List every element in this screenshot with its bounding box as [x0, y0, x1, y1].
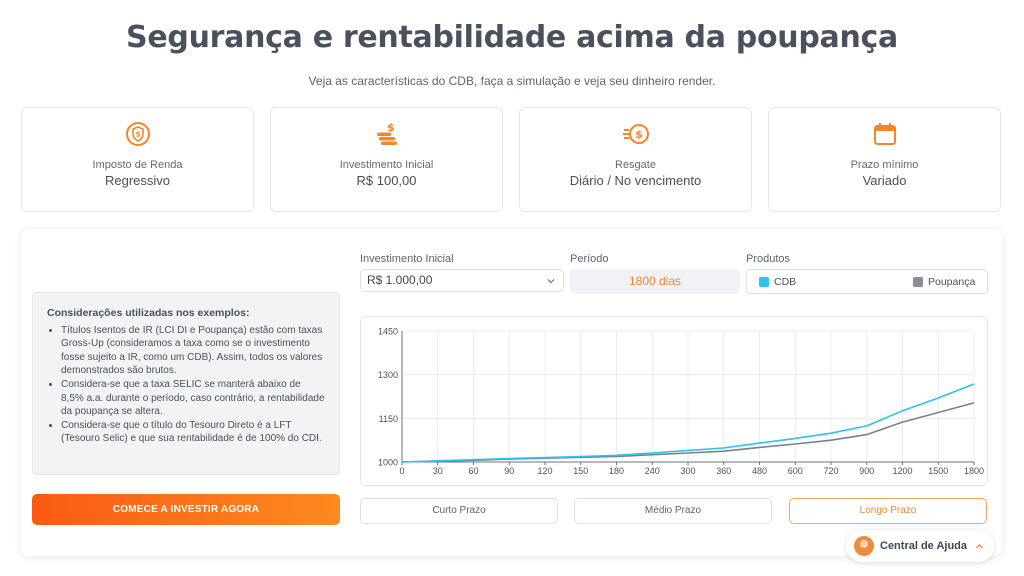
x-tick-label: 900: [859, 466, 874, 476]
period-field[interactable]: 1800 dias: [570, 269, 740, 294]
y-tick-label: 1300: [378, 370, 398, 380]
chart-svg: 1000 1150 1300 1450 0 30 60 90 120 150 180 240 300 36…: [378, 327, 984, 477]
x-tick-label: 60: [468, 466, 478, 476]
x-tick-label: 30: [433, 466, 443, 476]
svg-text:$: $: [387, 121, 395, 134]
x-tick-label: 90: [504, 466, 514, 476]
cdb-swatch: [759, 277, 769, 287]
considerations-title: Considerações utilizadas nos exemplos:: [47, 307, 250, 319]
considerations-item: Considera-se que a taxa SELIC se manterá…: [61, 378, 325, 419]
y-tick-label: 1450: [378, 327, 398, 337]
x-tick-label: 180: [609, 466, 624, 476]
card-value: Regressivo: [104, 173, 171, 188]
tab-curto-prazo[interactable]: Curto Prazo: [360, 498, 558, 524]
investment-select-value: R$ 1.000,00: [367, 273, 433, 287]
help-center-label: Central de Ajuda: [880, 540, 967, 552]
card-resgate: $ Resgate Diário / No vencimento: [519, 107, 752, 212]
product-toggle-cdb[interactable]: CDB: [759, 276, 796, 288]
considerations-box: Considerações utilizadas nos exemplos: T…: [32, 292, 340, 475]
card-imposto-renda: $ Imposto de Renda Regressivo: [21, 107, 254, 212]
x-tick-label: 600: [788, 466, 803, 476]
simulation-chart: 1000 1150 1300 1450 0 30 60 90 120 150 180 240 300 36…: [360, 316, 988, 486]
cash-back-icon: $: [622, 124, 649, 144]
x-tick-label: 720: [823, 466, 838, 476]
avatar: [854, 536, 874, 556]
x-tick-label: 0: [399, 466, 404, 476]
considerations-item: Títulos Isentos de IR (LCI DI e Poupança…: [61, 324, 325, 378]
shield-money-icon: $: [125, 122, 150, 146]
period-label: Período: [570, 253, 609, 265]
product-toggle-poupanca[interactable]: Poupança: [913, 276, 975, 288]
tab-medio-prazo[interactable]: Médio Prazo: [574, 498, 772, 524]
x-tick-label: 300: [680, 466, 695, 476]
considerations-item: Considera-se que o título do Tesouro Dir…: [61, 419, 325, 446]
card-value: Diário / No vencimento: [569, 173, 702, 188]
x-tick-label: 240: [645, 466, 660, 476]
product-label: CDB: [774, 276, 797, 288]
card-investimento-inicial: $ Investimento Inicial R$ 100,00: [270, 107, 503, 212]
product-label: Poupança: [928, 276, 976, 288]
card-label: Prazo mínimo: [850, 159, 919, 171]
page-subtitle: Veja as características do CDB, faça a s…: [308, 74, 716, 88]
page-title: Segurança e rentabilidade acima da poupa…: [126, 20, 898, 55]
x-tick-label: 1200: [892, 466, 912, 476]
products-label: Produtos: [746, 253, 791, 265]
x-tick-label: 120: [537, 466, 552, 476]
x-tick-label: 480: [752, 466, 767, 476]
card-label: Investimento Inicial: [339, 159, 434, 171]
poupanca-swatch: [913, 277, 923, 287]
help-center-button[interactable]: Central de Ajuda: [846, 530, 994, 562]
considerations-list: Títulos Isentos de IR (LCI DI e Poupança…: [47, 324, 325, 446]
chevron-down-icon: [547, 279, 555, 284]
start-investing-button[interactable]: COMECE A INVESTIR AGORA: [32, 494, 340, 525]
x-tick-label: 1800: [964, 466, 984, 476]
chevron-up-icon: [976, 543, 983, 548]
investment-select[interactable]: R$ 1.000,00: [360, 269, 564, 292]
products-toggle: CDB Poupança: [746, 269, 988, 294]
y-tick-label: 1150: [379, 414, 398, 424]
x-tick-label: 1500: [928, 466, 948, 476]
tab-longo-prazo[interactable]: Longo Prazo: [789, 498, 987, 524]
coins-icon: $: [376, 121, 397, 145]
card-value: R$ 100,00: [356, 173, 417, 188]
calendar-icon: [873, 123, 896, 145]
y-tick-label: 1000: [378, 458, 398, 468]
card-prazo-minimo: Prazo mínimo Variado: [768, 107, 1001, 212]
card-label: Resgate: [615, 159, 656, 171]
card-label: Imposto de Renda: [92, 159, 183, 171]
investment-label: Investimento Inicial: [360, 253, 454, 265]
x-tick-label: 360: [716, 466, 731, 476]
svg-text:$: $: [635, 128, 643, 141]
card-value: Variado: [862, 173, 907, 188]
svg-text:$: $: [135, 131, 140, 139]
x-tick-label: 150: [573, 466, 588, 476]
